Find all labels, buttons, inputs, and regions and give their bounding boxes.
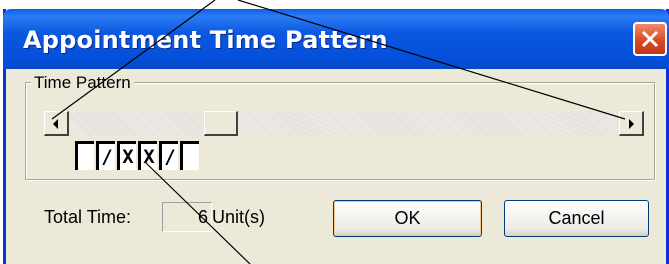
annotation-line [144, 161, 251, 264]
annotation-line [237, 0, 626, 120]
annotation-lines [51, 0, 626, 264]
annotation-line [51, 0, 216, 120]
